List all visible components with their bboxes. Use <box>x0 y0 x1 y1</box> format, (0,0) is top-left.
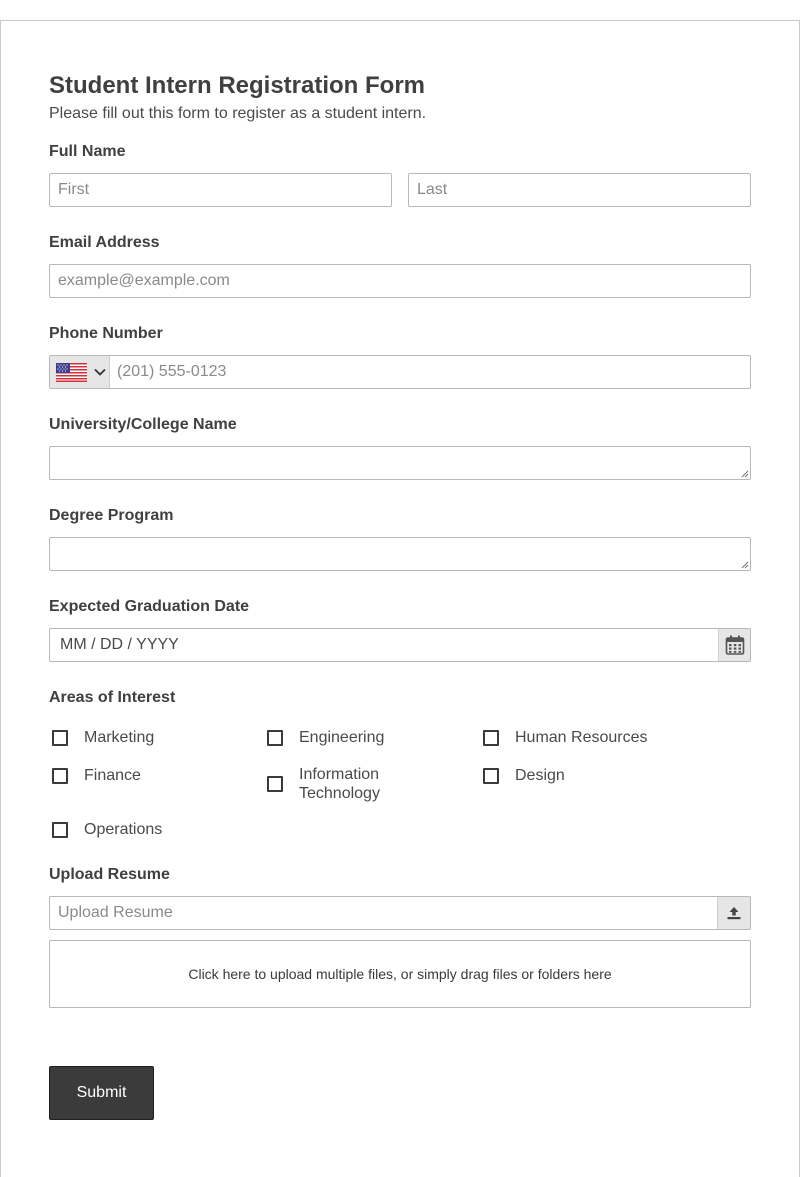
resize-grip-icon[interactable] <box>741 561 749 569</box>
interests-label: Areas of Interest <box>49 689 176 706</box>
checkbox-label: Engineering <box>299 729 385 746</box>
interest-option-finance[interactable]: Finance <box>52 766 141 785</box>
resize-grip-icon[interactable] <box>741 470 749 478</box>
first-name-input[interactable] <box>49 173 392 207</box>
checkbox[interactable] <box>267 729 283 746</box>
phone-field <box>49 355 751 389</box>
email-input[interactable] <box>49 264 751 298</box>
graduation-label: Expected Graduation Date <box>49 598 250 615</box>
phone-input[interactable] <box>111 356 749 388</box>
graduation-date-placeholder: MM / DD / YYYY <box>60 636 179 653</box>
university-field <box>49 446 751 480</box>
interest-option-operations[interactable]: Operations <box>52 820 162 839</box>
chevron-down-icon <box>94 368 106 376</box>
form-card: Student Intern Registration Form Please … <box>0 20 800 1177</box>
checkbox-label: Human Resources <box>515 729 648 746</box>
checkbox[interactable] <box>483 729 499 746</box>
checkbox[interactable] <box>267 776 283 792</box>
degree-input[interactable] <box>49 537 751 571</box>
university-label: University/College Name <box>49 416 237 433</box>
resume-label: Upload Resume <box>49 866 170 883</box>
degree-label: Degree Program <box>49 507 174 524</box>
interest-option-engineering[interactable]: Engineering <box>267 728 384 747</box>
phone-label: Phone Number <box>49 325 163 342</box>
dropzone-text: Click here to upload multiple files, or … <box>188 966 612 982</box>
upload-button[interactable] <box>717 897 750 929</box>
checkbox[interactable] <box>52 729 68 746</box>
checkbox-label: Design <box>515 767 565 784</box>
last-name-input[interactable] <box>408 173 751 207</box>
resume-upload-placeholder: Upload Resume <box>58 904 173 921</box>
checkbox-label: Finance <box>84 767 141 784</box>
calendar-icon <box>725 635 745 655</box>
upload-icon <box>727 907 741 920</box>
country-code-select[interactable] <box>50 356 110 388</box>
submit-button[interactable]: Submit <box>49 1066 154 1120</box>
checkbox-label: Marketing <box>84 729 155 746</box>
form-subtitle: Please fill out this form to register as… <box>49 105 427 122</box>
file-dropzone[interactable]: Click here to upload multiple files, or … <box>49 940 751 1008</box>
checkbox[interactable] <box>52 767 68 784</box>
email-label: Email Address <box>49 234 160 251</box>
full-name-label: Full Name <box>49 143 126 160</box>
degree-field <box>49 537 751 571</box>
interest-option-information-technology[interactable]: Information Technology <box>267 765 447 803</box>
university-input[interactable] <box>49 446 751 480</box>
graduation-date-field[interactable]: MM / DD / YYYY <box>49 628 751 662</box>
checkbox-label: Operations <box>84 821 163 838</box>
us-flag-icon <box>56 363 87 382</box>
interest-option-marketing[interactable]: Marketing <box>52 728 154 747</box>
checkbox[interactable] <box>483 767 499 784</box>
interest-option-human-resources[interactable]: Human Resources <box>483 728 648 747</box>
resume-upload-field[interactable]: Upload Resume <box>49 896 751 930</box>
interest-option-design[interactable]: Design <box>483 766 565 785</box>
checkbox[interactable] <box>52 821 68 838</box>
calendar-button[interactable] <box>718 629 750 661</box>
form-title: Student Intern Registration Form <box>49 72 426 99</box>
checkbox-label: Information Technology <box>299 766 380 802</box>
